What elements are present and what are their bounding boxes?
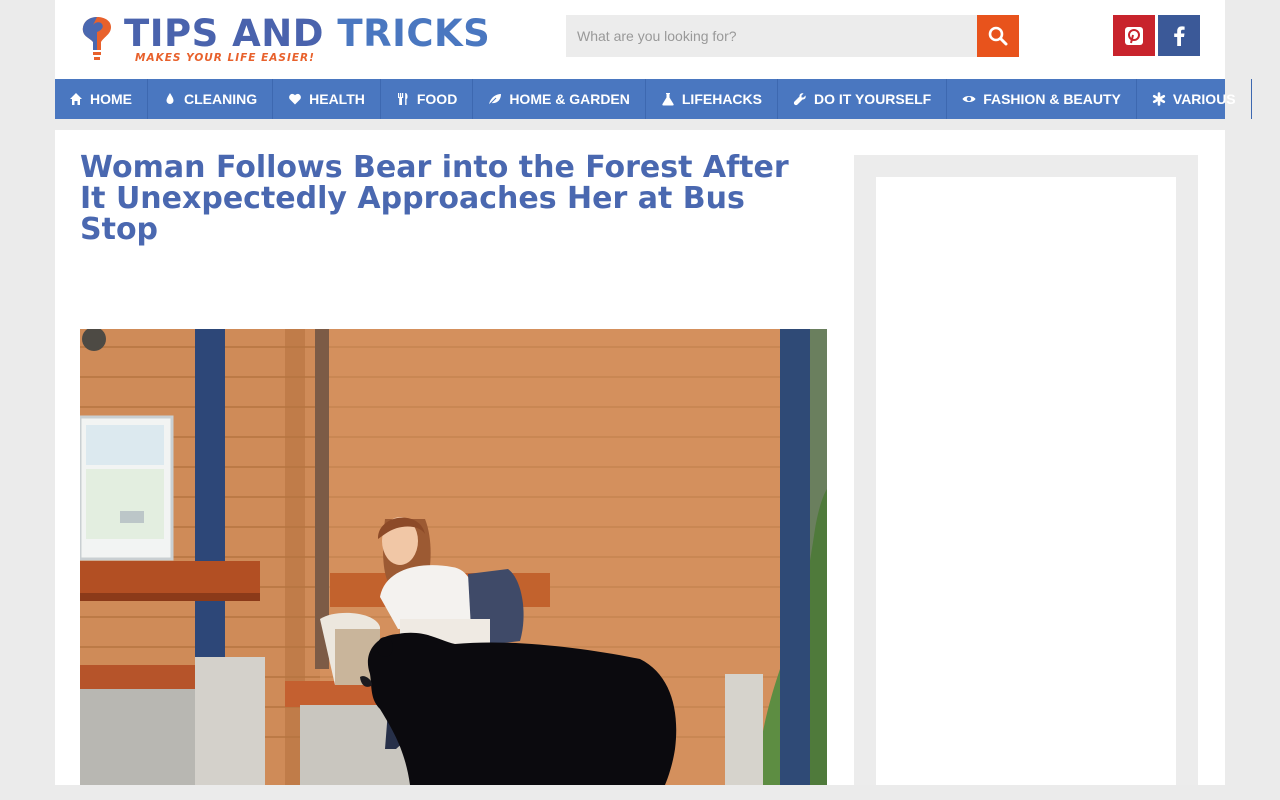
wrench-icon: [793, 92, 807, 106]
facebook-icon: [1174, 25, 1185, 46]
nav-item-label: CLEANING: [184, 91, 258, 107]
facebook-button[interactable]: [1158, 15, 1200, 56]
logo-tagline: MAKES YOUR LIFE EASIER!: [135, 52, 315, 64]
nav-item-lifehacks[interactable]: LIFEHACKS: [646, 79, 778, 119]
pinterest-button[interactable]: [1113, 15, 1155, 56]
flask-icon: [661, 92, 675, 106]
eye-icon: [962, 92, 976, 106]
site-logo[interactable]: TIPS AND TRICKS MAKES YOUR LIFE EASIER!: [80, 12, 490, 66]
search-icon: [988, 26, 1008, 46]
nav-item-label: HEALTH: [309, 91, 365, 107]
logo-title-part1: TIPS AND: [124, 12, 338, 55]
droplet-icon: [163, 92, 177, 106]
nav-item-label: HOME & GARDEN: [509, 91, 630, 107]
article-title: Woman Follows Bear into the Forest After…: [80, 150, 789, 247]
cutlery-icon: [396, 92, 410, 106]
bear-at-bus-stop-photo: [80, 329, 827, 785]
sidebar: [854, 155, 1198, 785]
nav-item-label: LIFEHACKS: [681, 91, 762, 107]
pinterest-icon: [1125, 26, 1143, 45]
nav-item-various[interactable]: VARIOUS: [1137, 79, 1252, 119]
nav-item-cleaning[interactable]: CLEANING: [148, 79, 274, 119]
content-separator: [55, 119, 1225, 130]
leaf-icon: [488, 92, 502, 106]
nav-item-home-garden[interactable]: HOME & GARDEN: [473, 79, 646, 119]
nav-item-label: HOME: [90, 91, 132, 107]
article-hero-image[interactable]: [80, 329, 827, 785]
nav-item-label: VARIOUS: [1172, 91, 1236, 107]
home-icon: [69, 92, 83, 106]
search-button[interactable]: [977, 15, 1019, 57]
nav-item-food[interactable]: FOOD: [381, 79, 474, 119]
nav-item-home[interactable]: HOME: [55, 79, 148, 119]
nav-item-do-it-yourself[interactable]: DO IT YOURSELF: [778, 79, 948, 119]
asterisk-icon: [1152, 92, 1166, 106]
nav-item-label: DO IT YOURSELF: [814, 91, 932, 107]
heart-icon: [288, 92, 302, 106]
sidebar-ad-slot: [876, 177, 1176, 785]
page-container: TIPS AND TRICKS MAKES YOUR LIFE EASIER! …: [55, 0, 1252, 785]
logo-title-part2: TRICKS: [337, 12, 491, 55]
search-bar: [566, 15, 1019, 57]
nav-item-fashion-beauty[interactable]: FASHION & BEAUTY: [947, 79, 1137, 119]
search-input[interactable]: [566, 15, 977, 57]
logo-title: TIPS AND TRICKS: [124, 12, 490, 55]
lightbulb-question-icon: [82, 17, 111, 60]
nav-item-label: FASHION & BEAUTY: [983, 91, 1121, 107]
nav-item-health[interactable]: HEALTH: [273, 79, 381, 119]
main-nav: HOME CLEANING HEALTH FOOD HOME & GARDEN …: [55, 79, 1252, 119]
nav-item-label: FOOD: [416, 91, 458, 107]
